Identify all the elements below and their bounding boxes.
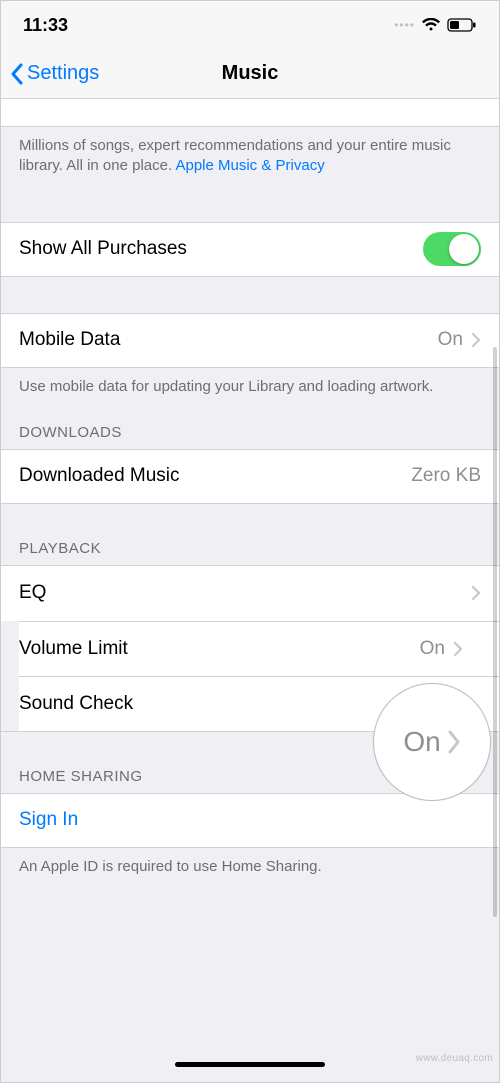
back-label: Settings bbox=[27, 62, 99, 85]
chevron-left-icon bbox=[9, 62, 25, 86]
back-button[interactable]: Settings bbox=[9, 62, 99, 86]
status-time: 11:33 bbox=[23, 15, 68, 36]
volume-limit-value: On bbox=[420, 638, 445, 660]
row-volume-limit[interactable]: Volume Limit On bbox=[19, 621, 499, 676]
downloaded-music-value: Zero KB bbox=[411, 465, 481, 487]
home-indicator[interactable] bbox=[175, 1062, 325, 1067]
show-all-purchases-label: Show All Purchases bbox=[19, 238, 423, 260]
apple-music-footer: Millions of songs, expert recommendation… bbox=[1, 127, 499, 186]
volume-limit-label: Volume Limit bbox=[19, 638, 420, 660]
apple-music-privacy-link[interactable]: Apple Music & Privacy bbox=[175, 157, 324, 174]
cellular-dots-icon: •••• bbox=[394, 18, 415, 32]
mobile-data-value: On bbox=[438, 329, 463, 351]
row-downloaded-music[interactable]: Downloaded Music Zero KB bbox=[1, 449, 499, 504]
content: Millions of songs, expert recommendation… bbox=[1, 99, 499, 1046]
row-eq[interactable]: EQ bbox=[1, 566, 499, 621]
status-bar: 11:33 •••• bbox=[1, 1, 499, 49]
chevron-right-icon bbox=[471, 332, 481, 348]
chevron-right-icon bbox=[447, 729, 461, 755]
sound-check-label: Sound Check bbox=[19, 693, 405, 715]
section-peek bbox=[1, 99, 499, 127]
row-sign-in[interactable]: Sign In bbox=[1, 793, 499, 848]
page-title: Music bbox=[222, 62, 279, 85]
mobile-data-footer: Use mobile data for updating your Librar… bbox=[1, 368, 499, 406]
sign-in-link[interactable]: Sign In bbox=[19, 809, 78, 831]
downloads-header: Downloads bbox=[1, 406, 499, 449]
row-show-all-purchases[interactable]: Show All Purchases bbox=[1, 222, 499, 277]
playback-header: Playback bbox=[1, 522, 499, 565]
scrollbar[interactable] bbox=[493, 347, 497, 917]
battery-icon bbox=[447, 18, 477, 32]
eq-label: EQ bbox=[19, 582, 471, 604]
magnifier-text: On bbox=[403, 726, 440, 758]
home-sharing-footer: An Apple ID is required to use Home Shar… bbox=[1, 848, 499, 886]
chevron-right-icon bbox=[471, 585, 481, 601]
nav-bar: Settings Music bbox=[1, 49, 499, 99]
magnifier-callout: On bbox=[373, 683, 491, 801]
home-indicator-area bbox=[1, 1046, 499, 1082]
downloaded-music-label: Downloaded Music bbox=[19, 465, 411, 487]
chevron-right-icon bbox=[453, 641, 463, 657]
watermark: www.deuaq.com bbox=[416, 1053, 493, 1064]
mobile-data-label: Mobile Data bbox=[19, 329, 438, 351]
status-icons: •••• bbox=[394, 18, 477, 32]
row-mobile-data[interactable]: Mobile Data On bbox=[1, 313, 499, 368]
wifi-icon bbox=[421, 18, 441, 32]
show-all-purchases-toggle[interactable] bbox=[423, 232, 481, 266]
